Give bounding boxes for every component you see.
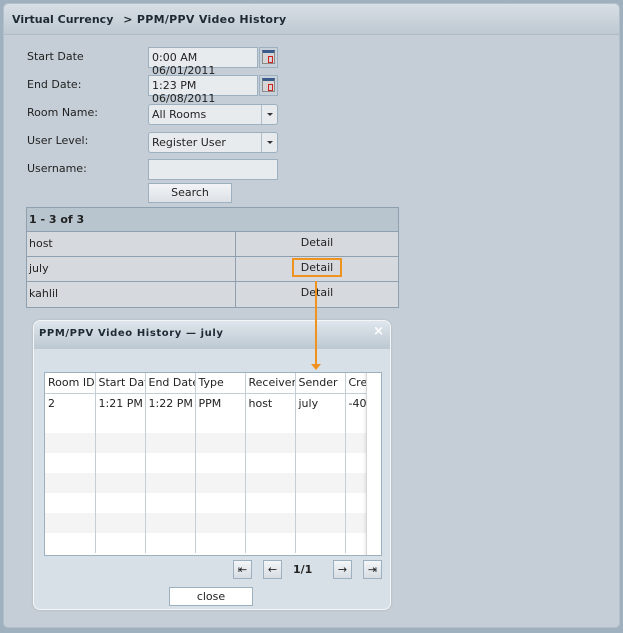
cell-start-date: 1:21 PM 06/08/2011	[95, 393, 146, 413]
room-name-label: Room Name:	[27, 106, 98, 119]
results-table: 1 - 3 of 3 host Detail july Detail kahli…	[26, 207, 399, 308]
empty-row	[45, 493, 367, 513]
username-input[interactable]	[148, 159, 278, 180]
room-name-value: All Rooms	[152, 108, 207, 121]
user-level-label: User Level:	[27, 134, 89, 147]
empty-row	[45, 433, 367, 453]
empty-row	[45, 473, 367, 493]
chevron-down-icon[interactable]	[261, 105, 277, 124]
chevron-down-icon[interactable]	[261, 133, 277, 152]
close-button[interactable]: close	[169, 587, 253, 606]
start-date-input[interactable]: 0:00 AM 06/01/2011	[148, 47, 258, 77]
highlight-connector-arrow	[311, 281, 321, 370]
end-date-label: End Date:	[27, 78, 82, 91]
table-row[interactable]: 2 1:21 PM 06/08/2011 1:22 PM 06/08/2011 …	[45, 393, 367, 413]
last-page-button[interactable]: ⇥	[363, 560, 382, 579]
close-icon[interactable]: ×	[373, 324, 384, 339]
user-level-select[interactable]: Register User	[148, 132, 278, 153]
column-header-room-id[interactable]: Room ID	[45, 373, 96, 394]
history-dialog: PPM/PPV Video History — july × Room ID S…	[33, 320, 391, 610]
grid-header-row: Room ID Start Date End Date Type Receive…	[45, 373, 367, 394]
row-username: host	[27, 232, 236, 256]
cell-type: PPM	[195, 393, 246, 413]
cell-receiver: host	[245, 393, 296, 413]
column-header-type[interactable]: Type	[195, 373, 246, 394]
detail-link[interactable]: Detail	[297, 235, 337, 250]
calendar-icon	[262, 50, 275, 64]
cell-credits: -400	[345, 393, 367, 413]
column-header-sender[interactable]: Sender	[295, 373, 346, 394]
detail-link-highlighted[interactable]: Detail	[292, 258, 342, 277]
user-level-value: Register User	[152, 136, 226, 149]
row-username: july	[27, 257, 236, 281]
prev-page-button[interactable]: ←	[263, 560, 282, 579]
cell-room-id: 2	[45, 393, 96, 413]
empty-row	[45, 533, 367, 553]
grid-scrollbar[interactable]	[366, 373, 381, 555]
table-row: july Detail	[27, 257, 398, 282]
table-row: host Detail	[27, 232, 398, 257]
column-header-start-date[interactable]: Start Date	[95, 373, 146, 394]
cell-sender: july	[295, 393, 346, 413]
column-header-end-date[interactable]: End Date	[145, 373, 196, 394]
row-username: kahlil	[27, 282, 236, 307]
start-date-label: Start Date	[27, 50, 84, 63]
detail-link[interactable]: Detail	[297, 285, 337, 300]
end-date-input[interactable]: 1:23 PM 06/08/2011	[148, 75, 258, 105]
table-row: kahlil Detail	[27, 282, 398, 307]
empty-row	[45, 453, 367, 473]
breadcrumb: Virtual Currency > PPM/PPV Video History	[4, 4, 619, 35]
calendar-icon	[262, 78, 275, 92]
history-grid: Room ID Start Date End Date Type Receive…	[44, 372, 382, 556]
room-name-select[interactable]: All Rooms	[148, 104, 278, 125]
empty-row	[45, 513, 367, 533]
results-summary: 1 - 3 of 3	[27, 208, 398, 232]
first-page-button[interactable]: ⇤	[233, 560, 252, 579]
column-header-credits[interactable]: Credits	[345, 373, 367, 394]
dialog-title: PPM/PPV Video History — july	[34, 321, 390, 349]
username-label: Username:	[27, 162, 87, 175]
page-indicator: 1/1	[293, 563, 313, 576]
column-header-receiver[interactable]: Receiver	[245, 373, 296, 394]
next-page-button[interactable]: →	[333, 560, 352, 579]
start-date-calendar-button[interactable]	[259, 47, 278, 68]
breadcrumb-root[interactable]: Virtual Currency	[12, 13, 113, 26]
breadcrumb-current: > PPM/PPV Video History	[123, 13, 287, 26]
empty-row	[45, 413, 367, 433]
search-button[interactable]: Search	[148, 183, 232, 203]
end-date-calendar-button[interactable]	[259, 75, 278, 96]
cell-end-date: 1:22 PM 06/08/2011	[145, 393, 196, 413]
